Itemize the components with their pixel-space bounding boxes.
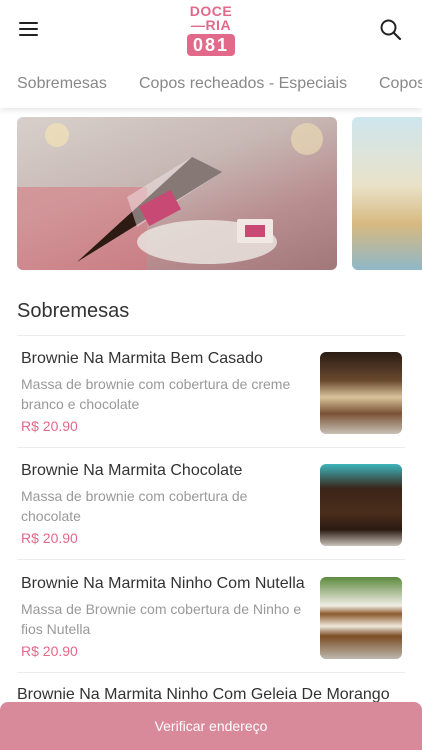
hamburger-menu-icon[interactable] xyxy=(19,22,39,38)
item-thumbnail xyxy=(320,352,402,434)
search-icon[interactable] xyxy=(378,17,404,43)
logo-line-2: —RIA xyxy=(190,17,232,33)
divider xyxy=(17,672,405,673)
item-name: Brownie Na Marmita Bem Casado xyxy=(21,350,263,367)
item-name: Brownie Na Marmita Ninho Com Nutella xyxy=(21,575,305,592)
item-description: Massa de brownie com cobertura de creme … xyxy=(21,376,291,412)
item-price: R$ 20.90 xyxy=(21,530,78,546)
item-price: R$ 20.90 xyxy=(21,643,78,659)
logo-number: 081 xyxy=(187,34,235,56)
divider xyxy=(17,559,405,560)
item-thumbnail xyxy=(320,577,402,659)
promo-banner-2[interactable] xyxy=(352,117,422,270)
item-description: Massa de brownie com cobertura de chocol… xyxy=(21,488,248,524)
tab-copos[interactable]: Copos xyxy=(379,75,422,93)
tab-sobremesas[interactable]: Sobremesas xyxy=(17,75,107,93)
item-price: R$ 20.90 xyxy=(21,418,78,434)
verify-address-button[interactable]: Verificar endereço xyxy=(0,702,422,750)
category-tabs: Sobremesas Copos recheados - Especiais C… xyxy=(0,62,422,108)
list-item[interactable]: Brownie Na Marmita Ninho Com Nutella Mas… xyxy=(17,561,405,673)
section-title: Sobremesas xyxy=(17,300,130,322)
item-thumbnail xyxy=(320,464,402,546)
logo-line-1: DOCE xyxy=(189,3,233,19)
list-item[interactable]: Brownie Na Marmita Chocolate Massa de br… xyxy=(17,448,405,560)
promo-banner-1[interactable] xyxy=(17,117,337,270)
tab-copos-recheados-especiais[interactable]: Copos recheados - Especiais xyxy=(139,75,347,93)
item-description: Massa de Brownie com cobertura de Ninho … xyxy=(21,601,302,637)
logo[interactable]: DOCE —RIA 081 xyxy=(187,4,235,56)
item-name: Brownie Na Marmita Chocolate xyxy=(21,462,243,479)
list-item[interactable]: Brownie Na Marmita Bem Casado Massa de b… xyxy=(17,336,405,448)
top-bar: DOCE —RIA 081 xyxy=(0,0,422,62)
